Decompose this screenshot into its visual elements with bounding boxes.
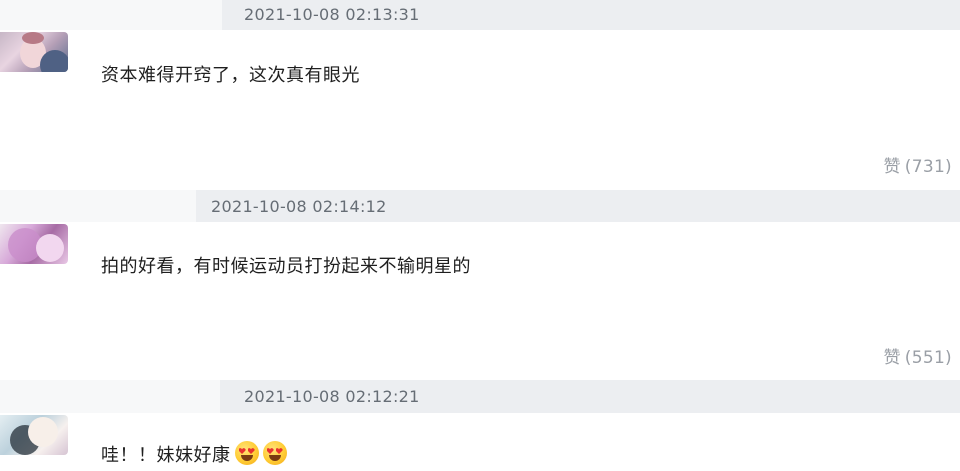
heart-eyes-emoji-icon [262, 441, 287, 465]
comment-text: 资本难得开窍了，这次真有眼光 [101, 65, 360, 86]
like-count: (731) [904, 157, 952, 177]
comment-timestamp: 2021-10-08 02:12:21 [244, 387, 420, 406]
comment-list: 2021-10-08 02:13:31 资本难得开窍了，这次真有眼光 赞 (731… [0, 0, 960, 471]
comment-timestamp: 2021-10-08 02:13:31 [244, 5, 420, 24]
like-button[interactable]: 赞 (551) [883, 343, 952, 368]
comment-text-content: 哇！！妹妹好康 [101, 445, 231, 466]
like-count: (551) [904, 348, 952, 368]
comment-text: 拍的好看，有时候运动员打扮起来不输明星的 [101, 256, 471, 277]
user-avatar[interactable] [0, 224, 68, 264]
comment-timestamp: 2021-10-08 02:14:12 [211, 197, 387, 216]
like-label: 赞 [883, 348, 901, 368]
comment-timestamp-bar: 2021-10-08 02:13:31 [0, 0, 960, 30]
heart-eyes-emoji-icon [234, 441, 259, 465]
comment-timestamp-bar: 2021-10-08 02:12:21 [0, 380, 960, 413]
like-label: 赞 [883, 157, 901, 177]
comment-timestamp-bar: 2021-10-08 02:14:12 [0, 190, 960, 222]
comment-text: 哇！！妹妹好康 [101, 441, 287, 467]
user-avatar[interactable] [0, 32, 68, 72]
user-avatar[interactable] [0, 415, 68, 455]
like-button[interactable]: 赞 (731) [883, 152, 952, 177]
